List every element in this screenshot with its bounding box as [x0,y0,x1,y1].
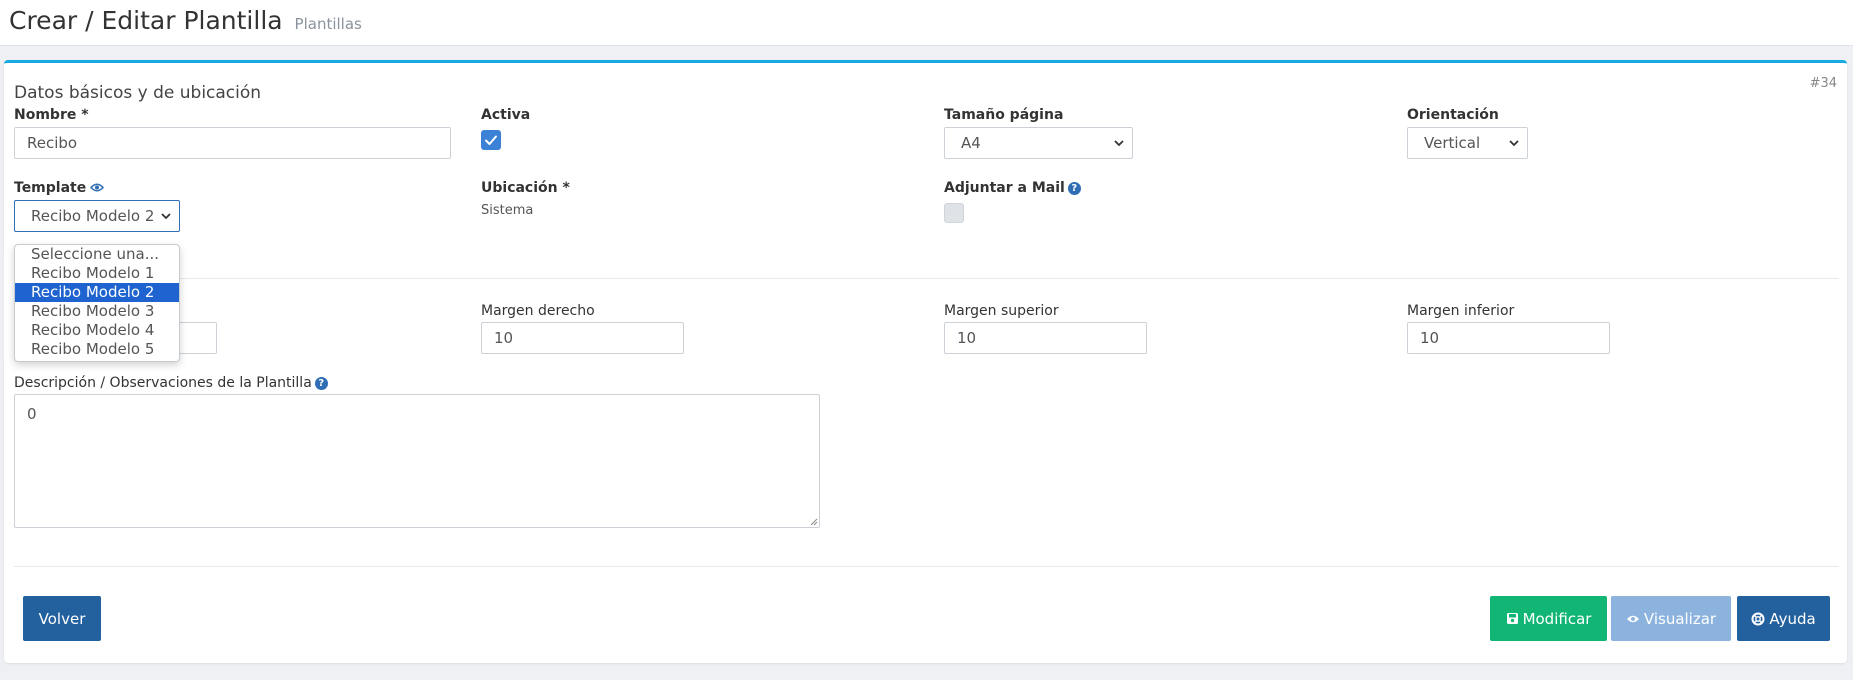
margen-superior-input[interactable]: 10 [944,322,1147,354]
resize-grip-icon[interactable] [808,516,818,526]
eye-icon [1626,615,1639,622]
adjuntar-checkbox[interactable] [944,203,964,223]
page-title-text: Crear / Editar Plantilla [9,6,283,35]
record-id: #34 [1809,76,1837,91]
page-subtitle: Plantillas [294,15,362,33]
template-option-selected[interactable]: Recibo Modelo 2 [15,283,179,302]
tamano-select[interactable]: A4 [944,127,1133,159]
save-icon [1506,613,1518,624]
template-option[interactable]: Recibo Modelo 5 [15,340,179,359]
life-ring-icon [1751,612,1765,625]
margen-inferior-label: Margen inferior [1407,303,1515,319]
margen-superior-label: Margen superior [944,303,1059,319]
check-icon [485,135,497,145]
margen-derecho-label: Margen derecho [481,303,595,319]
divider [14,278,1839,279]
template-label: Template [14,180,105,196]
modify-button[interactable]: Modificar [1490,596,1607,641]
help-label: Ayuda [1769,609,1816,628]
activa-label: Activa [481,107,531,123]
nombre-input[interactable]: Recibo [14,127,451,159]
template-select[interactable]: Recibo Modelo 2 [14,200,180,232]
help-icon[interactable]: ? [314,377,328,390]
margen-derecho-input[interactable]: 10 [481,322,684,354]
descripcion-textarea[interactable]: 0 [14,394,820,528]
divider [14,566,1839,567]
template-form-card: #34 Datos básicos y de ubicación Nombre … [4,60,1847,663]
top-bar: Crear / Editar Plantilla Plantillas [0,0,1853,46]
nombre-label: Nombre * [14,107,89,123]
back-button[interactable]: Volver [23,596,101,641]
template-option[interactable]: Recibo Modelo 1 [15,264,179,283]
activa-checkbox[interactable] [481,130,501,150]
ubicacion-value: Sistema [481,203,534,218]
chevron-down-icon [1114,140,1124,147]
margen-inferior-input[interactable]: 10 [1407,322,1610,354]
descripcion-label: Descripción / Observaciones de la Planti… [14,375,328,391]
adjuntar-label: Adjuntar a Mail? [944,180,1081,196]
template-label-text: Template [14,180,87,196]
descripcion-label-text: Descripción / Observaciones de la Planti… [14,375,312,391]
template-option[interactable]: Recibo Modelo 3 [15,302,179,321]
section-title: Datos básicos y de ubicación [14,83,262,103]
orientacion-label: Orientación [1407,107,1499,123]
help-button[interactable]: Ayuda [1737,596,1830,641]
eye-icon[interactable] [90,183,105,192]
chevron-down-icon [161,213,171,220]
ubicacion-label: Ubicación * [481,180,570,196]
template-option[interactable]: Seleccione una... [15,245,179,264]
help-icon[interactable]: ? [1067,182,1081,195]
view-button[interactable]: Visualizar [1611,596,1731,641]
view-label: Visualizar [1643,609,1717,628]
tamano-label: Tamaño página [944,107,1064,123]
template-option[interactable]: Recibo Modelo 4 [15,321,179,340]
template-dropdown: Seleccione una... Recibo Modelo 1 Recibo… [14,244,180,362]
orientacion-select[interactable]: Vertical [1407,127,1528,159]
chevron-down-icon [1509,140,1519,147]
adjuntar-label-text: Adjuntar a Mail [944,180,1065,196]
tamano-value: A4 [961,134,981,152]
modify-label: Modificar [1522,609,1592,628]
template-value: Recibo Modelo 2 [31,207,155,225]
descripcion-value: 0 [27,405,37,423]
orientacion-value: Vertical [1424,134,1481,152]
page-title: Crear / Editar Plantilla Plantillas [9,6,362,35]
